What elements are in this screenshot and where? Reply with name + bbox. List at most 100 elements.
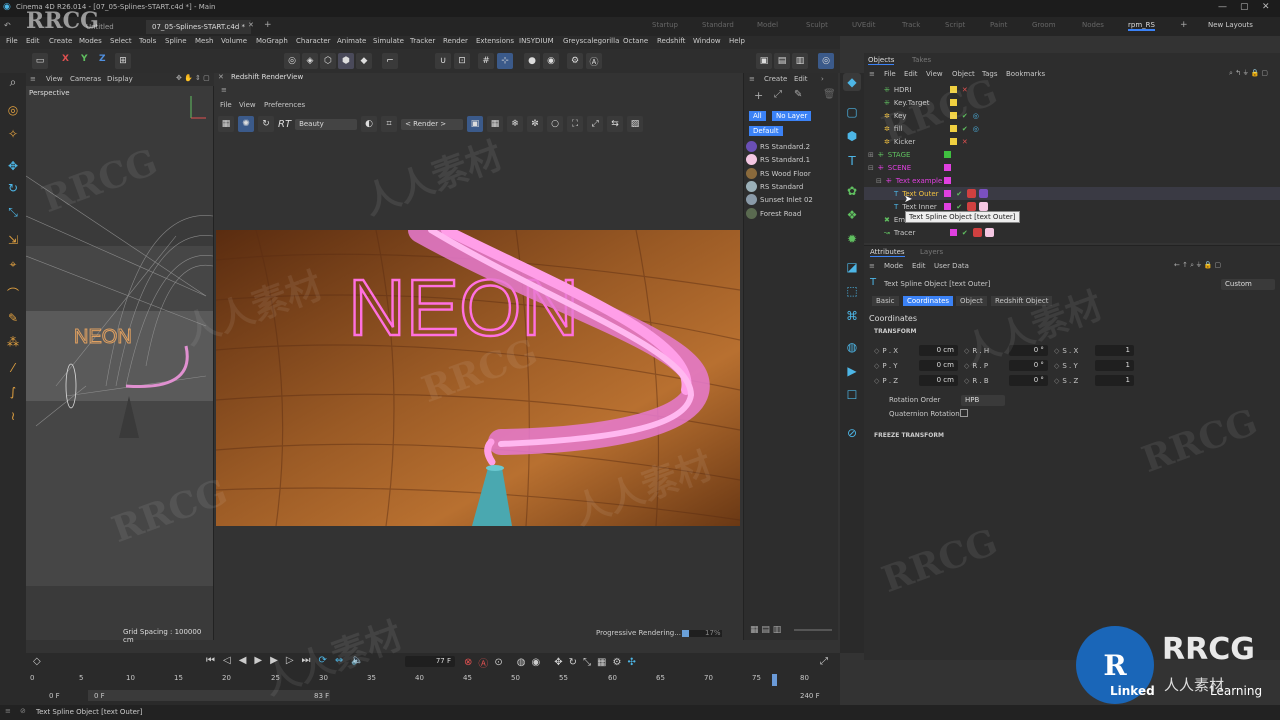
autokey-icon[interactable]: Ⓐ bbox=[478, 655, 488, 670]
rot-p-field[interactable]: 0 ° bbox=[1008, 360, 1048, 371]
generator-icon[interactable]: ⬢ bbox=[843, 127, 861, 145]
material-item[interactable]: Forest Road bbox=[746, 207, 801, 220]
material-tag-icon[interactable] bbox=[979, 202, 989, 211]
layout-track[interactable]: Track bbox=[902, 21, 920, 29]
spline-rect-icon[interactable]: ▢ bbox=[843, 103, 861, 121]
tab-layers[interactable]: Layers bbox=[920, 248, 943, 256]
snap-icon[interactable]: ⌐ bbox=[382, 53, 398, 69]
cloner-icon[interactable]: ❖ bbox=[843, 206, 861, 224]
minimize-icon[interactable]: — bbox=[1218, 2, 1227, 12]
status-menu-icon[interactable]: ≡ bbox=[5, 707, 11, 715]
enabled-check-icon[interactable]: ✔ bbox=[962, 229, 968, 237]
object-row[interactable]: ⊟ ⁜ Text example bbox=[864, 174, 1280, 187]
rot-b-field[interactable]: 0 ° bbox=[1008, 375, 1048, 386]
pos-y-field[interactable]: 0 cm bbox=[918, 360, 958, 371]
mat-delete-icon[interactable]: 🗑 bbox=[823, 89, 836, 100]
subtab-object[interactable]: Object bbox=[956, 296, 987, 306]
keyframe-diamond-icon[interactable]: ◇ bbox=[964, 377, 969, 385]
transform-group[interactable]: TRANSFORM bbox=[874, 328, 917, 335]
text-spline-icon[interactable]: T bbox=[843, 152, 861, 170]
material-item[interactable]: RS Standard bbox=[746, 180, 803, 193]
layout-groom[interactable]: Groom bbox=[1032, 21, 1056, 29]
render-view-icon[interactable]: ● bbox=[524, 53, 540, 69]
obj-menu-file[interactable]: File bbox=[884, 70, 896, 78]
menu-animate[interactable]: Animate bbox=[337, 37, 366, 45]
attr-menu-icon[interactable]: ≡ bbox=[869, 262, 875, 270]
layout-nodes[interactable]: Nodes bbox=[1082, 21, 1104, 29]
grid-icon[interactable]: # bbox=[478, 53, 494, 69]
layout-uvedit[interactable]: UVEdit bbox=[852, 21, 875, 29]
point-key-icon[interactable]: ✣ bbox=[627, 657, 635, 668]
target-tag-icon[interactable]: ◎ bbox=[973, 125, 979, 133]
collapse-icon[interactable]: ⊟ bbox=[868, 164, 874, 172]
material-item[interactable]: RS Standard.2 bbox=[746, 140, 810, 153]
live-select-icon[interactable]: ◎ bbox=[4, 103, 22, 121]
render-queue-icon[interactable]: Ⓐ bbox=[586, 53, 602, 69]
rv-rt-button[interactable]: RT bbox=[278, 119, 291, 130]
rotate-key-icon[interactable]: ↻ bbox=[569, 657, 577, 668]
menu-character[interactable]: Character bbox=[296, 37, 331, 45]
mat-menu-edit[interactable]: Edit bbox=[794, 75, 808, 83]
volume-icon[interactable]: ⌘ bbox=[843, 307, 861, 325]
rv-menu-file[interactable]: File bbox=[220, 101, 232, 109]
rv-aov-dropdown[interactable]: Beauty bbox=[295, 118, 358, 130]
render-active-icon[interactable]: ◉ bbox=[543, 53, 559, 69]
menu-simulate[interactable]: Simulate bbox=[373, 37, 404, 45]
mode-points-icon[interactable]: ⬡ bbox=[320, 53, 336, 69]
rv-color-icon[interactable]: ◐ bbox=[361, 116, 378, 132]
move-key-icon[interactable]: ✥ bbox=[554, 657, 562, 668]
menu-spline[interactable]: Spline bbox=[165, 37, 187, 45]
goto-start-icon[interactable]: ⏮ bbox=[206, 655, 215, 666]
layout-sculpt[interactable]: Sculpt bbox=[806, 21, 828, 29]
keyframe-selection-icon[interactable]: ⊙ bbox=[494, 657, 502, 668]
spline-smooth-icon[interactable]: ≀ bbox=[4, 409, 22, 427]
rv-refresh-icon[interactable]: ↻ bbox=[258, 116, 274, 132]
scale-y-field[interactable]: 1 bbox=[1094, 360, 1134, 371]
current-frame-field[interactable]: 77 F bbox=[405, 656, 455, 667]
layout-standard[interactable]: Standard bbox=[702, 21, 734, 29]
tab-attributes[interactable]: Attributes bbox=[870, 248, 905, 257]
tab-takes[interactable]: Takes bbox=[912, 56, 931, 64]
viewport-menu-view[interactable]: View bbox=[46, 75, 63, 83]
menu-redshift[interactable]: Redshift bbox=[657, 37, 685, 45]
keyframe-diamond-icon[interactable]: ◇ bbox=[874, 377, 879, 385]
keyframe-diamond-icon[interactable]: ◇ bbox=[874, 362, 879, 370]
mode-polygons-icon[interactable]: ◆ bbox=[356, 53, 372, 69]
viewport-nav-icons[interactable]: ✥ ✋ ⇕ ▢ bbox=[176, 74, 210, 82]
rv-render-dropdown[interactable]: < Render > bbox=[401, 118, 464, 130]
pos-x-field[interactable]: 0 cm bbox=[918, 345, 958, 356]
material-item[interactable]: RS Standard.1 bbox=[746, 153, 810, 166]
transfer-icon[interactable]: ⇲ bbox=[4, 233, 22, 251]
obj-menu-view[interactable]: View bbox=[926, 70, 943, 78]
scene-icon-4[interactable]: ◎ bbox=[818, 53, 834, 69]
timeline-graph-icon[interactable]: ⤢ bbox=[820, 656, 828, 667]
mat-chevron-icon[interactable]: › bbox=[821, 75, 824, 83]
knife-icon[interactable]: ⌒ bbox=[4, 285, 22, 303]
mograph-icon[interactable]: ✿ bbox=[843, 182, 861, 200]
menu-create[interactable]: Create bbox=[49, 37, 72, 45]
rv-snow2-icon[interactable]: ✼ bbox=[527, 116, 544, 132]
prev-frame-icon[interactable]: ◀ bbox=[239, 655, 247, 666]
menu-extensions[interactable]: Extensions bbox=[476, 37, 514, 45]
scale-z-field[interactable]: 1 bbox=[1094, 375, 1134, 386]
rv-snow-icon[interactable]: ❄ bbox=[507, 116, 524, 132]
layout-rpm-rs[interactable]: rpm_RS bbox=[1128, 21, 1155, 31]
rv-circle-icon[interactable]: ○ bbox=[547, 116, 564, 132]
menu-render[interactable]: Render bbox=[443, 37, 468, 45]
scale-icon[interactable]: ⤡ bbox=[4, 205, 22, 223]
layout-model[interactable]: Model bbox=[757, 21, 778, 29]
menu-file[interactable]: File bbox=[6, 37, 18, 45]
mat-view-icons[interactable]: ▦ ▤ ▥ bbox=[750, 625, 781, 635]
record-rot-icon[interactable]: ◉ bbox=[532, 657, 541, 668]
spline-pen-icon[interactable]: ∫ bbox=[4, 385, 22, 403]
prev-key-icon[interactable]: ◁ bbox=[223, 655, 231, 666]
paint-icon[interactable]: ✎ bbox=[4, 311, 22, 329]
visibility-off-icon[interactable]: ✕ bbox=[962, 138, 968, 146]
layout-startup[interactable]: Startup bbox=[652, 21, 678, 29]
object-row[interactable]: ⊞ ⁜ STAGE bbox=[864, 148, 1280, 161]
file-tab-current[interactable]: 07_05-Splines-START.c4d * bbox=[146, 20, 251, 34]
object-menu-icon[interactable]: ≡ bbox=[869, 70, 875, 78]
obj-header-icons[interactable]: ⌕ ↰ ⏚ 🔒 ▢ bbox=[1229, 69, 1268, 78]
field-icon[interactable]: ⬚ bbox=[843, 282, 861, 300]
close-tab-icon[interactable]: ✕ bbox=[248, 21, 254, 29]
